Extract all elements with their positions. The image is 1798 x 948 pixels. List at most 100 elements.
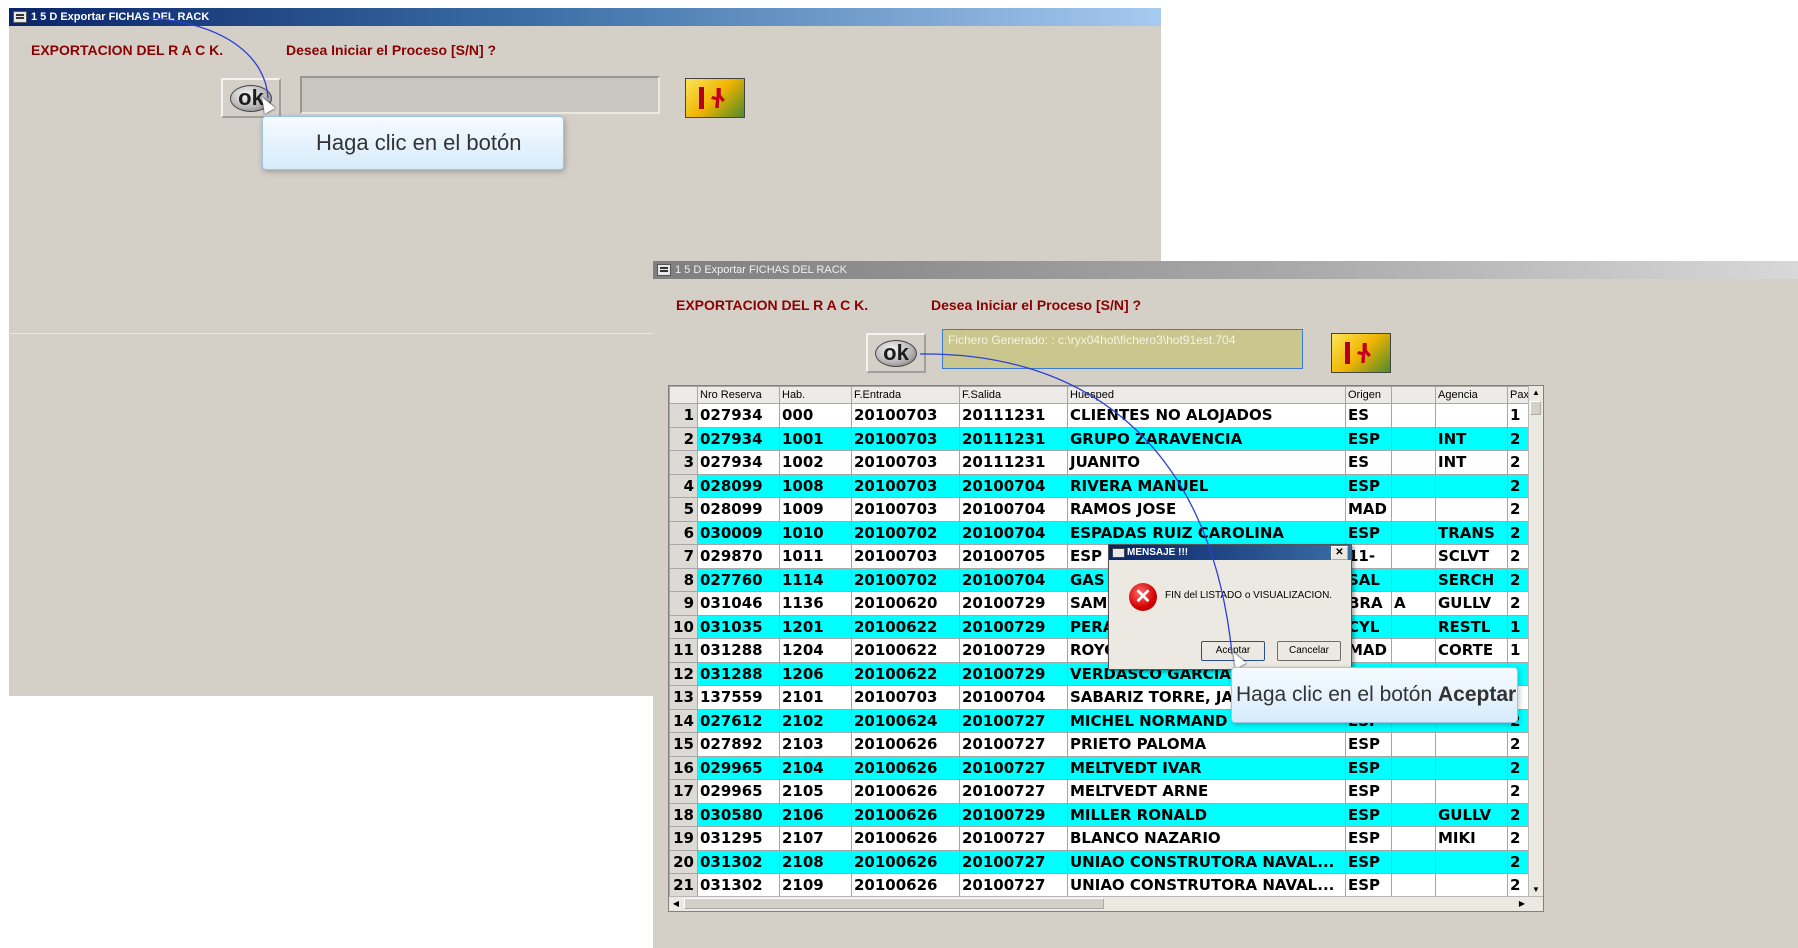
huesped-cell: PRIETO PALOMA <box>1067 732 1346 757</box>
reserva-cell: 029870 <box>697 544 780 569</box>
result-field[interactable] <box>300 76 660 114</box>
table-row[interactable]: 5 028099 1009 20100703 20100704 RAMOS JOSE MAD… <box>669 497 1532 522</box>
col-header-huesped[interactable]: Huesped <box>1067 386 1346 404</box>
reserva-cell: 031288 <box>697 638 780 663</box>
agencia-cell: MIKI <box>1435 826 1508 851</box>
col-header-entrada[interactable]: F.Entrada <box>851 386 960 404</box>
hab-cell: 2101 <box>779 685 852 710</box>
salida-cell: 20100705 <box>959 544 1068 569</box>
callout-bold-text: Aceptar <box>1437 683 1517 706</box>
callout-text: Haga clic en el botón <box>316 130 522 155</box>
hab-cell: 2107 <box>779 826 852 851</box>
hab-cell: 1136 <box>779 591 852 616</box>
reserva-cell: 027934 <box>697 426 780 451</box>
table-row[interactable]: 11 031288 1204 20100622 20100729 ROYC MAD CORTE… <box>669 638 1532 663</box>
instruction-callout-ok: Haga clic en el botón <box>262 116 564 170</box>
hab-cell: 2104 <box>779 755 852 780</box>
window-title: 1 5 D Exportar FICHAS DEL RACK <box>31 11 210 23</box>
col-header-agencia[interactable]: Agencia <box>1435 386 1508 404</box>
entrada-cell: 20100703 <box>851 426 960 451</box>
result-field[interactable]: Fichero Generado: : c:\ryx04hot\fichero3… <box>942 329 1303 369</box>
table-row[interactable]: 16 029965 2104 20100626 20100727 MELTVEDT IVA… <box>669 755 1532 780</box>
message-dialog: MENSAJE !!! ✕ ✕ FIN del LISTADO o VISUAL… <box>1108 544 1352 670</box>
entrada-cell: 20100702 <box>851 520 960 545</box>
scroll-thumb[interactable] <box>684 898 1104 909</box>
hab-cell: 1010 <box>779 520 852 545</box>
row-number: 5 <box>669 497 698 522</box>
horizontal-scrollbar[interactable]: ◀ ▶ <box>669 896 1543 911</box>
hab-cell: 2106 <box>779 802 852 827</box>
scroll-thumb[interactable] <box>1530 401 1541 415</box>
origen-cell: MAD <box>1345 638 1392 663</box>
table-row[interactable]: 8 027760 1114 20100702 20100704 GAS SAL SERCH 2 <box>669 567 1532 592</box>
extra-cell <box>1391 520 1436 545</box>
agencia-cell <box>1435 873 1508 898</box>
agencia-cell: RESTL <box>1435 614 1508 639</box>
row-number: 8 <box>669 567 698 592</box>
table-row[interactable]: 19 031295 2107 20100626 20100727 BLANCO NAZAR… <box>669 826 1532 851</box>
scroll-right-icon[interactable]: ▶ <box>1515 897 1529 911</box>
reserva-cell: 027760 <box>697 567 780 592</box>
huesped-cell: UNIAO CONSTRUTORA NAVAL... <box>1067 849 1346 874</box>
ok-button[interactable]: ok <box>221 78 281 118</box>
salida-cell: 20111231 <box>959 450 1068 475</box>
agencia-cell <box>1435 849 1508 874</box>
reserva-cell: 031302 <box>697 873 780 898</box>
extra-cell <box>1391 873 1436 898</box>
reserva-cell: 031288 <box>697 661 780 686</box>
vertical-scrollbar[interactable]: ▲ ▼ <box>1528 386 1543 897</box>
huesped-cell: UNIAO CONSTRUTORA NAVAL... <box>1067 873 1346 898</box>
row-number: 10 <box>669 614 698 639</box>
table-row[interactable]: 18 030580 2106 20100626 20100729 MILLER RONAL… <box>669 802 1532 827</box>
col-header-reserva[interactable]: Nro Reserva <box>697 386 780 404</box>
rack-grid[interactable]: Nro Reserva Hab. F.Entrada F.Salida Hues… <box>668 385 1544 912</box>
col-header-blank[interactable] <box>1391 386 1436 404</box>
origen-cell: ESP <box>1345 826 1392 851</box>
origen-cell: ES <box>1345 450 1392 475</box>
table-row[interactable]: 9 031046 1136 20100620 20100729 SAMI BRA A GULLV… <box>669 591 1532 616</box>
window-title-bar: 1 5 D Exportar FICHAS DEL RACK <box>9 8 1161 26</box>
hab-cell: 2105 <box>779 779 852 804</box>
agencia-cell <box>1435 779 1508 804</box>
exit-button[interactable] <box>1331 333 1391 373</box>
reserva-cell: 031046 <box>697 591 780 616</box>
ok-button-label: ok <box>875 340 917 367</box>
table-row[interactable]: 6 030009 1010 20100702 20100704 ESPADAS RUIZ … <box>669 520 1532 545</box>
salida-cell: 20100729 <box>959 614 1068 639</box>
hab-cell: 000 <box>779 403 852 428</box>
table-row[interactable]: 21 031302 2109 20100626 20100727 UNIAO CONSTR… <box>669 873 1532 898</box>
origen-cell: ES <box>1345 403 1392 428</box>
reserva-cell: 031302 <box>697 849 780 874</box>
origen-cell: 11- <box>1345 544 1392 569</box>
col-header-hab[interactable]: Hab. <box>779 386 852 404</box>
salida-cell: 20100704 <box>959 497 1068 522</box>
row-number: 6 <box>669 520 698 545</box>
row-number: 14 <box>669 708 698 733</box>
hab-cell: 1011 <box>779 544 852 569</box>
hab-cell: 1002 <box>779 450 852 475</box>
col-header-salida[interactable]: F.Salida <box>959 386 1068 404</box>
table-row[interactable]: 7 029870 1011 20100703 20100705 ESP I 11- SCLVT… <box>669 544 1532 569</box>
entrada-cell: 20100626 <box>851 732 960 757</box>
scroll-up-icon[interactable]: ▲ <box>1529 386 1543 400</box>
close-icon[interactable]: ✕ <box>1331 546 1348 560</box>
reserva-cell: 027892 <box>697 732 780 757</box>
table-row[interactable]: 1 027934 000 20100703 20111231 CLIENTES NO AL… <box>669 403 1532 428</box>
table-row[interactable]: 10 031035 1201 20100622 20100729 PERA CYL RESTL… <box>669 614 1532 639</box>
origen-cell: ESP <box>1345 426 1392 451</box>
agencia-cell <box>1435 755 1508 780</box>
table-row[interactable]: 17 029965 2105 20100626 20100727 MELTVEDT ARN… <box>669 779 1532 804</box>
table-row[interactable]: 20 031302 2108 20100626 20100727 UNIAO CONSTR… <box>669 849 1532 874</box>
table-row[interactable]: 2 027934 1001 20100703 20111231 GRUPO ZARAVEN… <box>669 426 1532 451</box>
col-header-origen[interactable]: Origen <box>1345 386 1392 404</box>
cancel-button[interactable]: Cancelar <box>1277 641 1341 661</box>
ok-button[interactable]: ok <box>866 333 926 373</box>
origen-cell: ESP <box>1345 849 1392 874</box>
table-row[interactable]: 3 027934 1002 20100703 20111231 JUANITO ES INT 2 <box>669 450 1532 475</box>
table-row[interactable]: 15 027892 2103 20100626 20100727 PRIETO PALOM… <box>669 732 1532 757</box>
scroll-left-icon[interactable]: ◀ <box>669 897 683 911</box>
table-row[interactable]: 4 028099 1008 20100703 20100704 RIVERA MANUEL… <box>669 473 1532 498</box>
row-number: 7 <box>669 544 698 569</box>
exit-button[interactable] <box>685 78 745 118</box>
scroll-down-icon[interactable]: ▼ <box>1529 883 1543 897</box>
